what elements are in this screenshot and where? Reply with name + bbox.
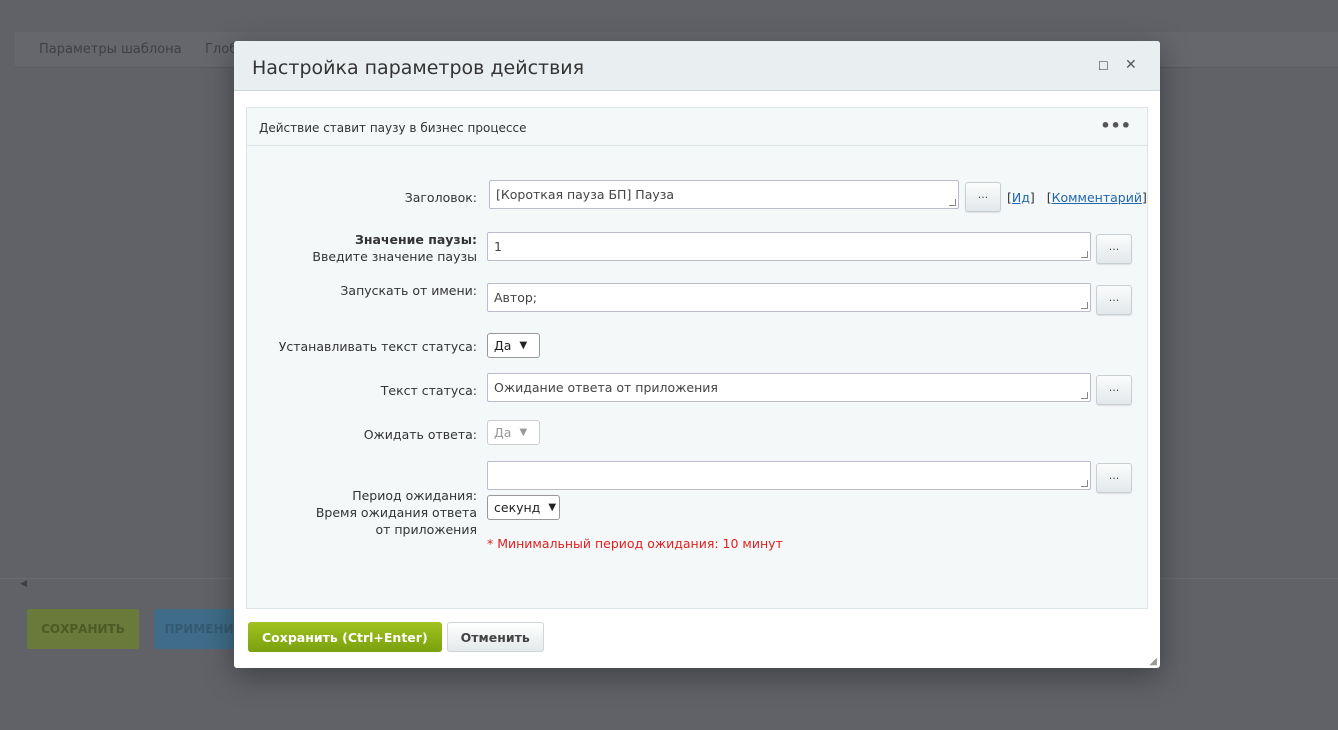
dialog-header: Настройка параметров действия ☐ ✕ — [234, 41, 1160, 91]
title-label: Заголовок: — [404, 190, 477, 205]
status-text-input[interactable]: Ожидание ответа от приложения — [487, 373, 1091, 402]
tab-template-params: Параметры шаблона — [39, 42, 182, 57]
set-status-label: Устанавливать текст статуса: — [278, 339, 477, 354]
period-hint: Время ожидания ответа от приложения — [315, 505, 477, 537]
background-save-button: СОХРАНИТЬ — [27, 609, 139, 649]
title-insert-button[interactable]: ... — [965, 182, 1001, 212]
panel-header: Действие ставит паузу в бизнес процессе … — [247, 108, 1147, 146]
wait-select: Да ▼ — [487, 420, 540, 445]
resize-handle-icon[interactable]: ◢ — [1149, 656, 1157, 667]
period-label: Период ожидания: — [352, 488, 477, 503]
run-as-insert-button[interactable]: ... — [1096, 285, 1132, 315]
wait-label: Ожидать ответа: — [363, 427, 477, 442]
chevron-down-icon: ▼ — [519, 427, 528, 438]
period-unit-value: секунд — [494, 500, 541, 515]
set-status-select[interactable]: Да ▼ — [487, 333, 540, 358]
more-menu-icon[interactable]: ••• — [1100, 116, 1131, 135]
background-apply-button: ПРИМЕНИ — [154, 609, 244, 649]
set-status-value: Да — [494, 338, 512, 353]
pause-input[interactable]: 1 — [487, 232, 1091, 261]
period-unit-select[interactable]: секунд ▼ — [487, 495, 560, 520]
chevron-down-icon: ▼ — [548, 502, 557, 513]
cancel-button[interactable]: Отменить — [446, 622, 544, 652]
id-link[interactable]: Ид — [1012, 190, 1030, 205]
status-text-insert-button[interactable]: ... — [1096, 375, 1132, 405]
pause-hint: Введите значение паузы — [312, 249, 477, 264]
period-input[interactable] — [487, 461, 1091, 490]
save-button[interactable]: Сохранить (Ctrl+Enter) — [248, 622, 442, 652]
period-insert-button[interactable]: ... — [1096, 463, 1132, 493]
pause-insert-button[interactable]: ... — [1096, 234, 1132, 264]
chevron-down-icon: ▼ — [519, 340, 528, 351]
dialog-title: Настройка параметров действия — [252, 57, 585, 79]
maximize-icon[interactable]: ☐ — [1098, 59, 1109, 73]
wait-value: Да — [494, 425, 512, 440]
title-input[interactable]: [Короткая пауза БП] Пауза — [489, 180, 959, 209]
action-description: Действие ставит паузу в бизнес процессе — [259, 121, 527, 135]
close-icon[interactable]: ✕ — [1125, 57, 1137, 73]
settings-panel: Действие ставит паузу в бизнес процессе … — [246, 107, 1148, 609]
pause-label: Значение паузы: — [354, 232, 477, 247]
run-as-input[interactable]: Автор; — [487, 283, 1091, 312]
tab-global: Глоб — [205, 42, 238, 57]
run-as-label: Запускать от имени: — [340, 283, 477, 298]
comment-link[interactable]: Комментарий — [1052, 190, 1142, 205]
period-note: * Минимальный период ожидания: 10 минут — [487, 536, 783, 551]
action-settings-dialog: Настройка параметров действия ☐ ✕ Действ… — [234, 41, 1160, 668]
status-text-label: Текст статуса: — [380, 383, 477, 398]
